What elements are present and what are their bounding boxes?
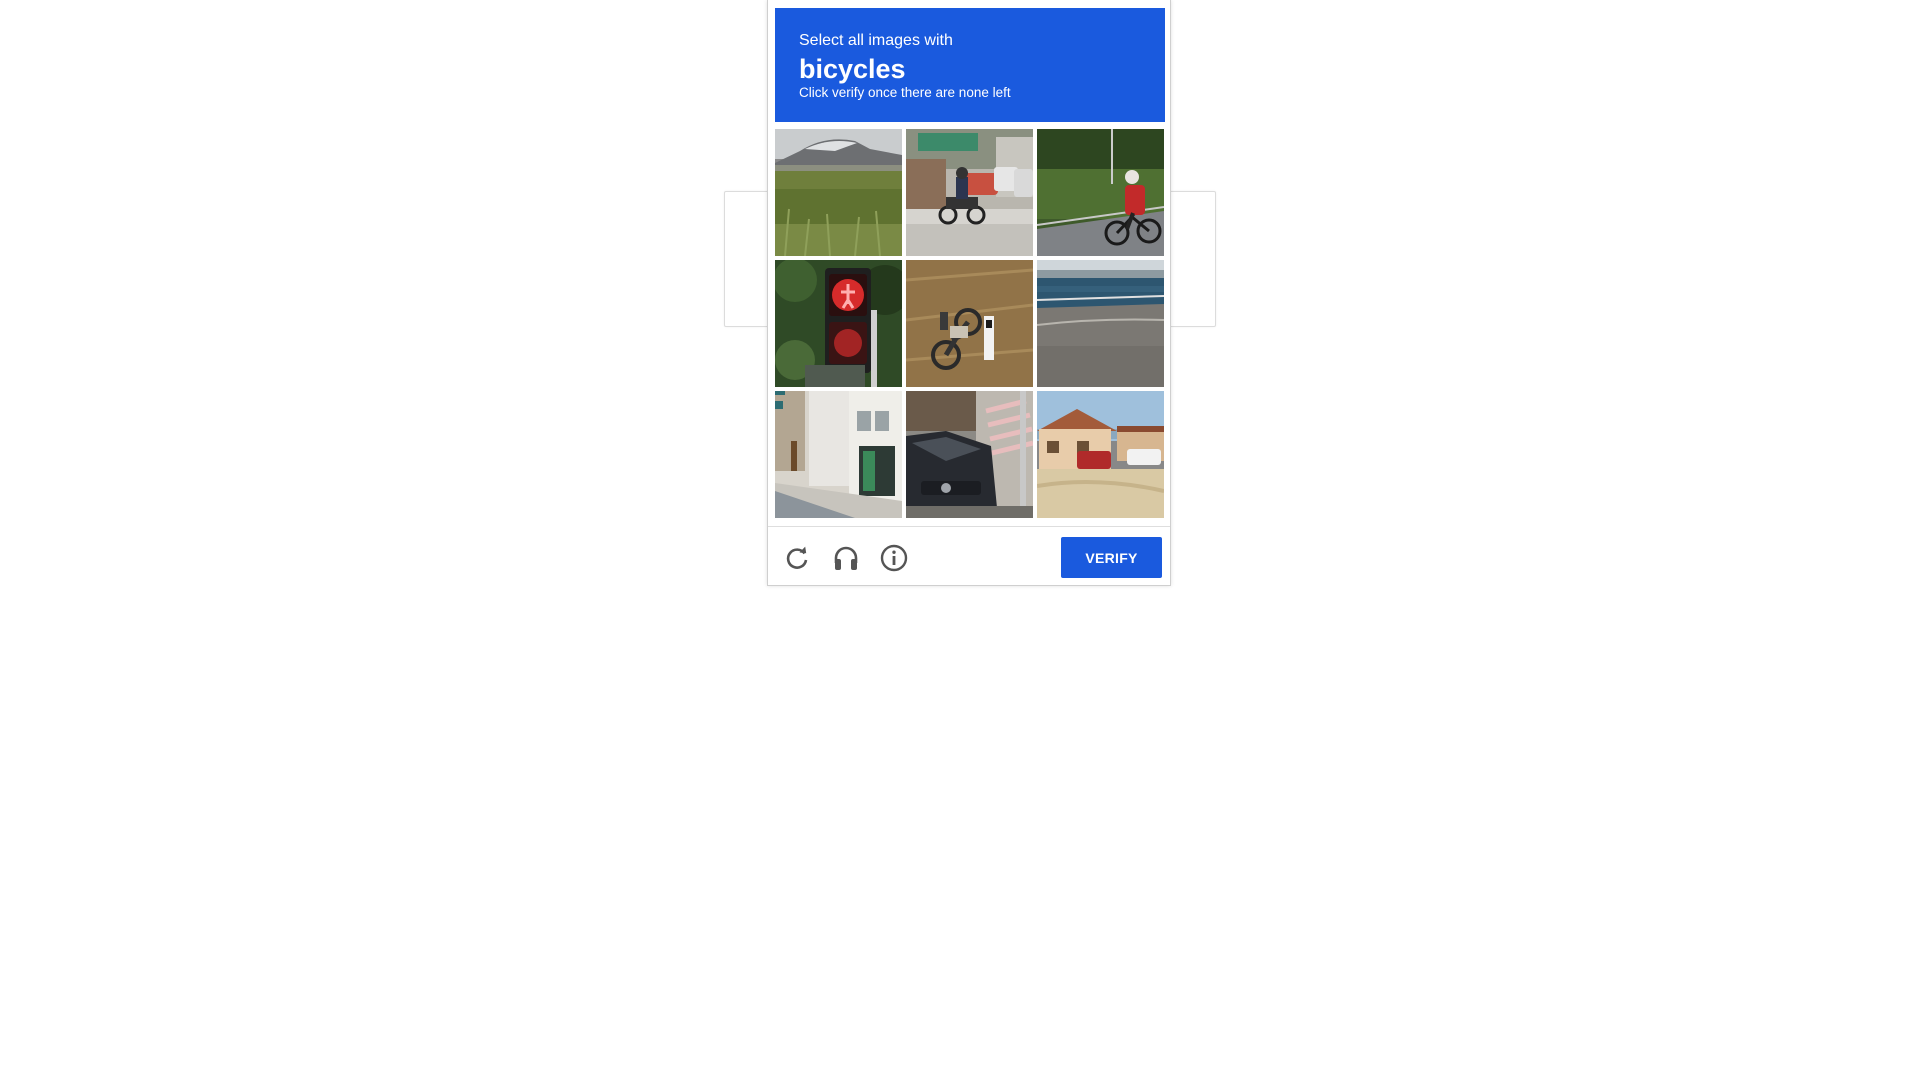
- image-tile[interactable]: [906, 391, 1033, 518]
- tile-image: [1037, 129, 1164, 256]
- challenge-footer: VERIFY: [768, 526, 1170, 587]
- reload-icon-glyph: [786, 546, 808, 569]
- reload-icon[interactable]: [782, 543, 812, 573]
- challenge-header: Select all images with bicycles Click ve…: [775, 8, 1165, 122]
- image-tile[interactable]: [1037, 260, 1164, 387]
- tile-image: [775, 129, 902, 256]
- tile-image: [775, 391, 902, 518]
- image-tile[interactable]: [775, 260, 902, 387]
- recaptcha-challenge: Select all images with bicycles Click ve…: [767, 0, 1171, 586]
- headphones-icon[interactable]: [831, 543, 861, 573]
- image-tile[interactable]: [906, 129, 1033, 256]
- tile-image: [906, 260, 1033, 387]
- image-tile[interactable]: [775, 129, 902, 256]
- sub-instruction-text: Click verify once there are none left: [799, 85, 1011, 100]
- tile-image: [775, 260, 902, 387]
- image-tile[interactable]: [1037, 129, 1164, 256]
- image-tile[interactable]: [1037, 391, 1164, 518]
- tile-image: [1037, 391, 1164, 518]
- target-keyword: bicycles: [799, 54, 906, 84]
- verify-button[interactable]: VERIFY: [1061, 537, 1162, 578]
- image-tile[interactable]: [775, 391, 902, 518]
- info-icon-glyph: [880, 544, 908, 572]
- tile-image: [906, 129, 1033, 256]
- image-grid: [775, 129, 1165, 519]
- instruction-text: Select all images with: [799, 32, 953, 49]
- tile-image: [1037, 260, 1164, 387]
- headphones-icon-glyph: [834, 546, 858, 570]
- page: Select all images with bicycles Click ve…: [0, 0, 1920, 1080]
- tile-image: [906, 391, 1033, 518]
- info-icon[interactable]: [879, 543, 909, 573]
- image-tile[interactable]: [906, 260, 1033, 387]
